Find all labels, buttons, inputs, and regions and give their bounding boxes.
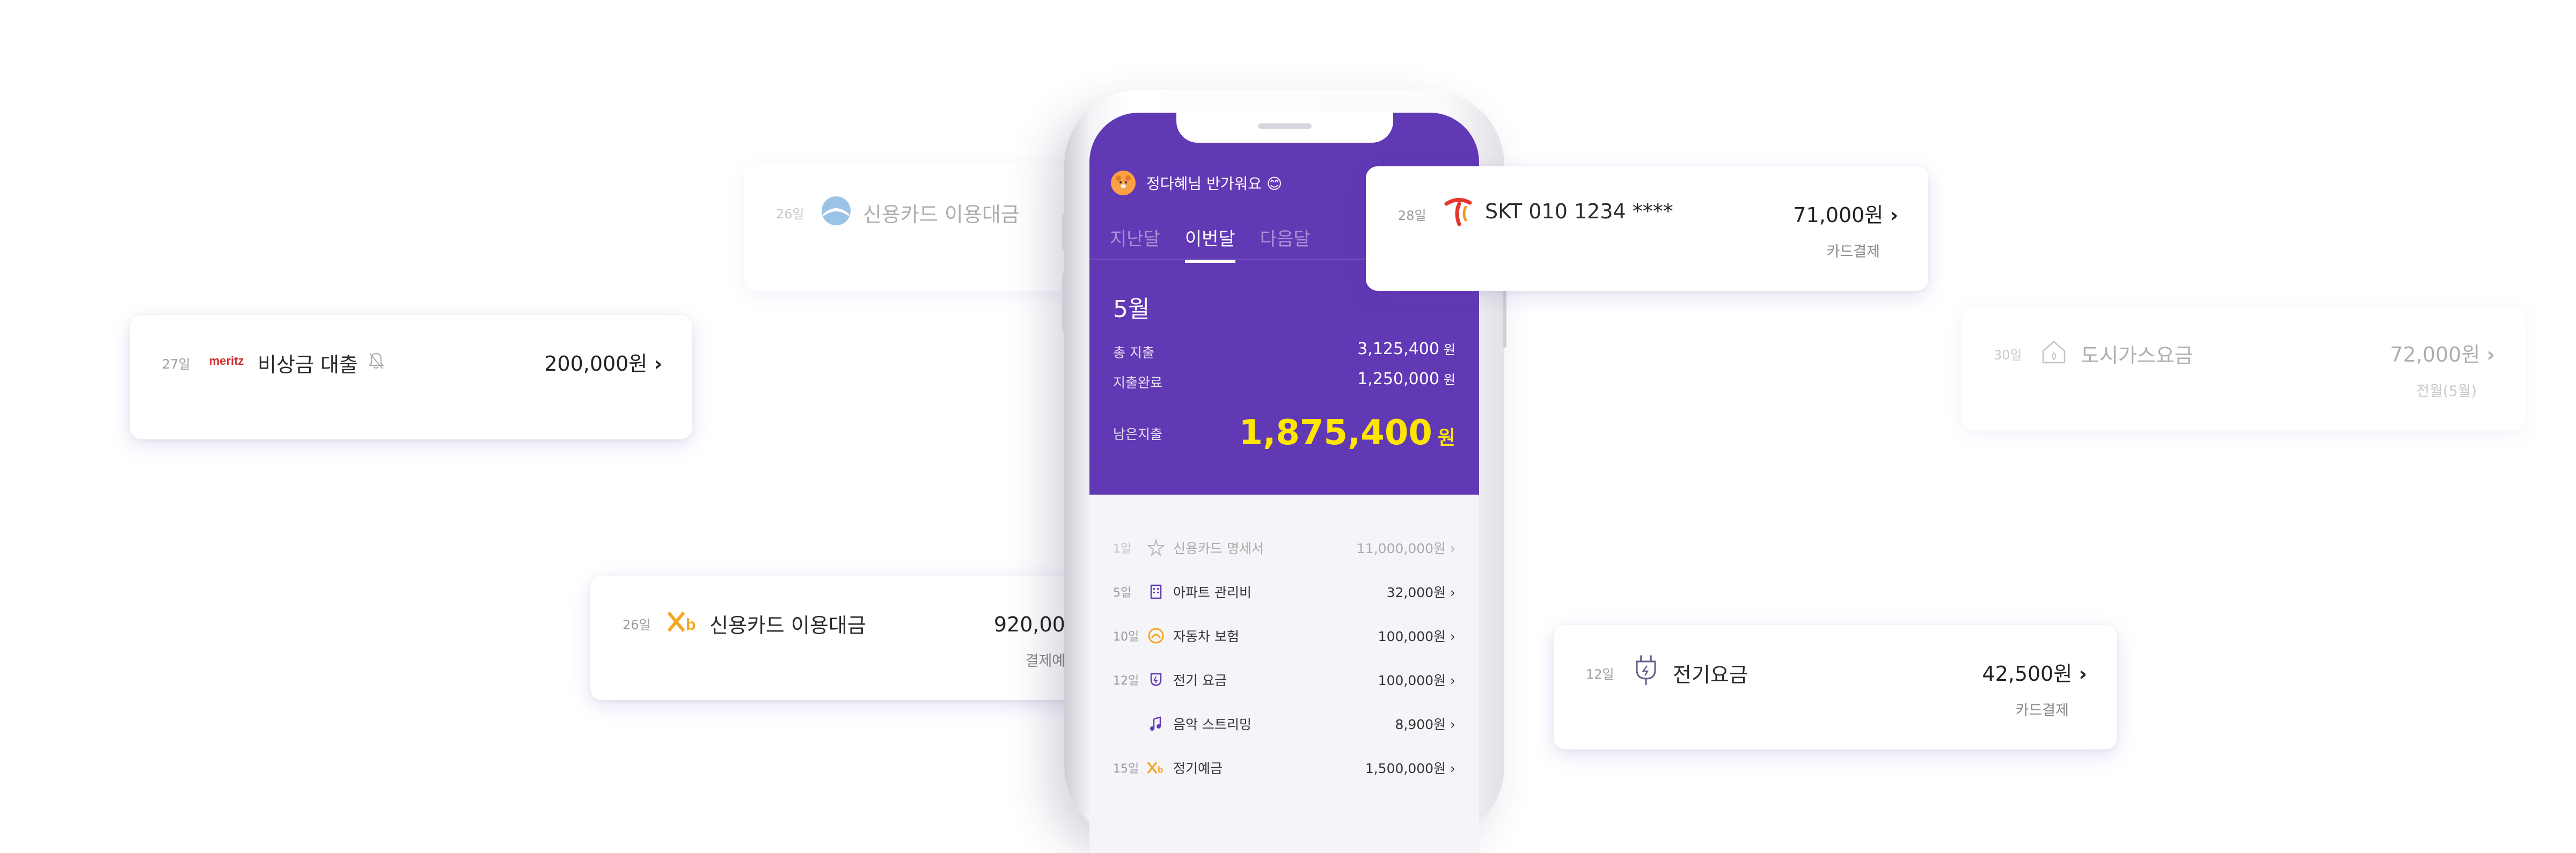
avatar[interactable] (1111, 171, 1136, 195)
list-item[interactable]: 10일 자동차 보험 100,000원 › (1089, 614, 1479, 658)
list-amount: 100,000원 › (1378, 629, 1455, 644)
bill-card-shinhan[interactable]: 26일 신용카드 이용대금 (744, 165, 1093, 291)
remain-label: 남은지출 (1113, 426, 1163, 442)
bill-card-kb[interactable]: 26일 b 신용카드 이용대금 920,000원 결제예정 (590, 576, 1127, 700)
greeting-text: 정다혜님 반가워요 😊 (1146, 175, 1283, 193)
tab-next-month[interactable]: 다음달 (1260, 224, 1311, 263)
bill-status: 전월(5월) (2416, 383, 2477, 400)
list-title: 아파트 관리비 (1173, 585, 1252, 600)
list-amount: 1,500,000원 › (1365, 761, 1455, 776)
bill-name: SKT 010 1234 **** (1485, 200, 1673, 223)
bill-day: 26일 (776, 207, 804, 222)
greeting: 정다혜님 반가워요 😊 (1111, 171, 1282, 195)
list-day: 1일 (1113, 542, 1132, 556)
bill-amount: 200,000원 › (544, 347, 662, 377)
tab-last-month[interactable]: 지난달 (1110, 224, 1160, 263)
meritz-logo-text: meritz (209, 354, 244, 367)
kb-icon: b (665, 605, 700, 639)
total-amount: 3,125,400 (1357, 340, 1439, 358)
bill-day: 12일 (1586, 667, 1614, 682)
bill-list: 1일 신용카드 명세서 11,000,000원 › 5일 아파트 관리비 32,… (1089, 526, 1479, 790)
bill-day: 26일 (623, 617, 651, 633)
bill-amount-text: 71,000원 (1793, 203, 1884, 227)
bill-card-meritz[interactable]: 27일 meritz 비상금 대출 200,000원 › (130, 315, 692, 439)
remain-amount: 1,875,400 (1239, 413, 1432, 453)
music-icon (1145, 713, 1167, 734)
shinhan-icon (819, 194, 853, 228)
list-amount: 11,000,000원 › (1356, 541, 1455, 556)
bill-amount-text: 72,000원 (2390, 343, 2480, 366)
bill-status: 카드결제 (1826, 244, 1880, 260)
svg-text:b: b (1158, 764, 1163, 775)
month-title: 5월 (1113, 296, 1150, 323)
bill-card-skt[interactable]: 28일 SKT 010 1234 **** 71,000원 › 카드결제 (1366, 166, 1928, 291)
list-title: 신용카드 명세서 (1173, 541, 1264, 556)
total-label: 총 지출 (1113, 345, 1154, 361)
phone-side-button (1062, 273, 1065, 332)
bell-off-icon[interactable] (365, 344, 387, 378)
bill-amount-text: 200,000원 (544, 352, 648, 376)
list-title: 자동차 보험 (1173, 629, 1239, 644)
paid-amount: 1,250,000 (1357, 370, 1439, 388)
bill-amount: 71,000원 › (1793, 198, 1898, 228)
chevron-right-icon: › (2079, 662, 2087, 686)
bill-day: 27일 (162, 357, 191, 372)
house-icon (2037, 335, 2071, 369)
list-item[interactable]: 1일 신용카드 명세서 11,000,000원 › (1089, 526, 1479, 570)
bill-name: 비상금 대출 (258, 353, 358, 377)
plug-icon (1629, 654, 1663, 688)
chevron-right-icon: › (654, 352, 662, 376)
list-item[interactable]: 12일 전기 요금 100,000원 › (1089, 658, 1479, 702)
tab-this-month[interactable]: 이번달 (1184, 224, 1235, 263)
bill-card-gas[interactable]: 30일 도시가스요금 72,000원 › 전월(5월) (1962, 306, 2525, 430)
list-amount: 100,000원 › (1378, 673, 1455, 688)
remain-value: 1,875,400 원 (1239, 413, 1455, 453)
bill-amount: 42,500원 › (1982, 657, 2087, 687)
bill-status: 카드결제 (2015, 702, 2069, 719)
chevron-right-icon: › (2486, 343, 2495, 366)
bill-name: 신용카드 이용대금 (709, 614, 866, 637)
plug-icon (1145, 669, 1167, 690)
phone-notch (1176, 113, 1393, 143)
bill-card-electricity[interactable]: 12일 전기요금 42,500원 › 카드결제 (1554, 625, 2117, 749)
bill-day: 30일 (1994, 348, 2022, 363)
bill-name: 전기요금 (1673, 663, 1748, 687)
kb-icon: b (1145, 757, 1167, 778)
list-day: 5일 (1113, 586, 1132, 600)
currency-unit: 원 (1443, 342, 1455, 357)
bill-name: 도시가스요금 (2081, 344, 2193, 367)
paid-label: 지출완료 (1113, 375, 1163, 391)
currency-unit: 원 (1437, 427, 1455, 449)
phone-side-button (1062, 214, 1065, 251)
list-title: 음악 스트리밍 (1173, 717, 1252, 732)
building-icon (1145, 581, 1167, 602)
shinhan-icon (1145, 537, 1167, 558)
phone-speaker (1258, 123, 1312, 129)
month-tabs: 지난달 이번달 다음달 (1110, 224, 1335, 263)
list-day: 12일 (1113, 674, 1139, 688)
total-value: 3,125,400 원 (1357, 339, 1455, 358)
bill-name: 신용카드 이용대금 (863, 203, 1020, 226)
bill-amount: 72,000원 › (2390, 338, 2495, 367)
list-day: 10일 (1113, 630, 1139, 644)
list-item[interactable]: 5일 아파트 관리비 32,000원 › (1089, 570, 1479, 614)
list-amount: 32,000원 › (1386, 585, 1455, 600)
bill-amount-text: 42,500원 (1982, 662, 2073, 686)
list-title: 정기예금 (1173, 761, 1223, 776)
currency-unit: 원 (1443, 372, 1455, 387)
bill-day: 28일 (1398, 208, 1426, 223)
svg-text:b: b (686, 616, 696, 634)
skt-logo-icon (1441, 195, 1475, 230)
list-item[interactable]: 15일 b 정기예금 1,500,000원 › (1089, 746, 1479, 790)
chevron-right-icon: › (1890, 203, 1898, 227)
list-title: 전기 요금 (1173, 673, 1227, 688)
list-day: 15일 (1113, 762, 1139, 776)
list-item[interactable]: 음악 스트리밍 8,900원 › (1089, 702, 1479, 746)
list-amount: 8,900원 › (1395, 717, 1455, 732)
meritz-logo-icon: meritz (205, 344, 248, 378)
paid-value: 1,250,000 원 (1357, 369, 1455, 388)
scene: 26일 신용카드 이용대금 26일 b 신용카드 이용대금 920,000원 결… (0, 0, 2576, 853)
insurance-icon (1145, 625, 1167, 646)
